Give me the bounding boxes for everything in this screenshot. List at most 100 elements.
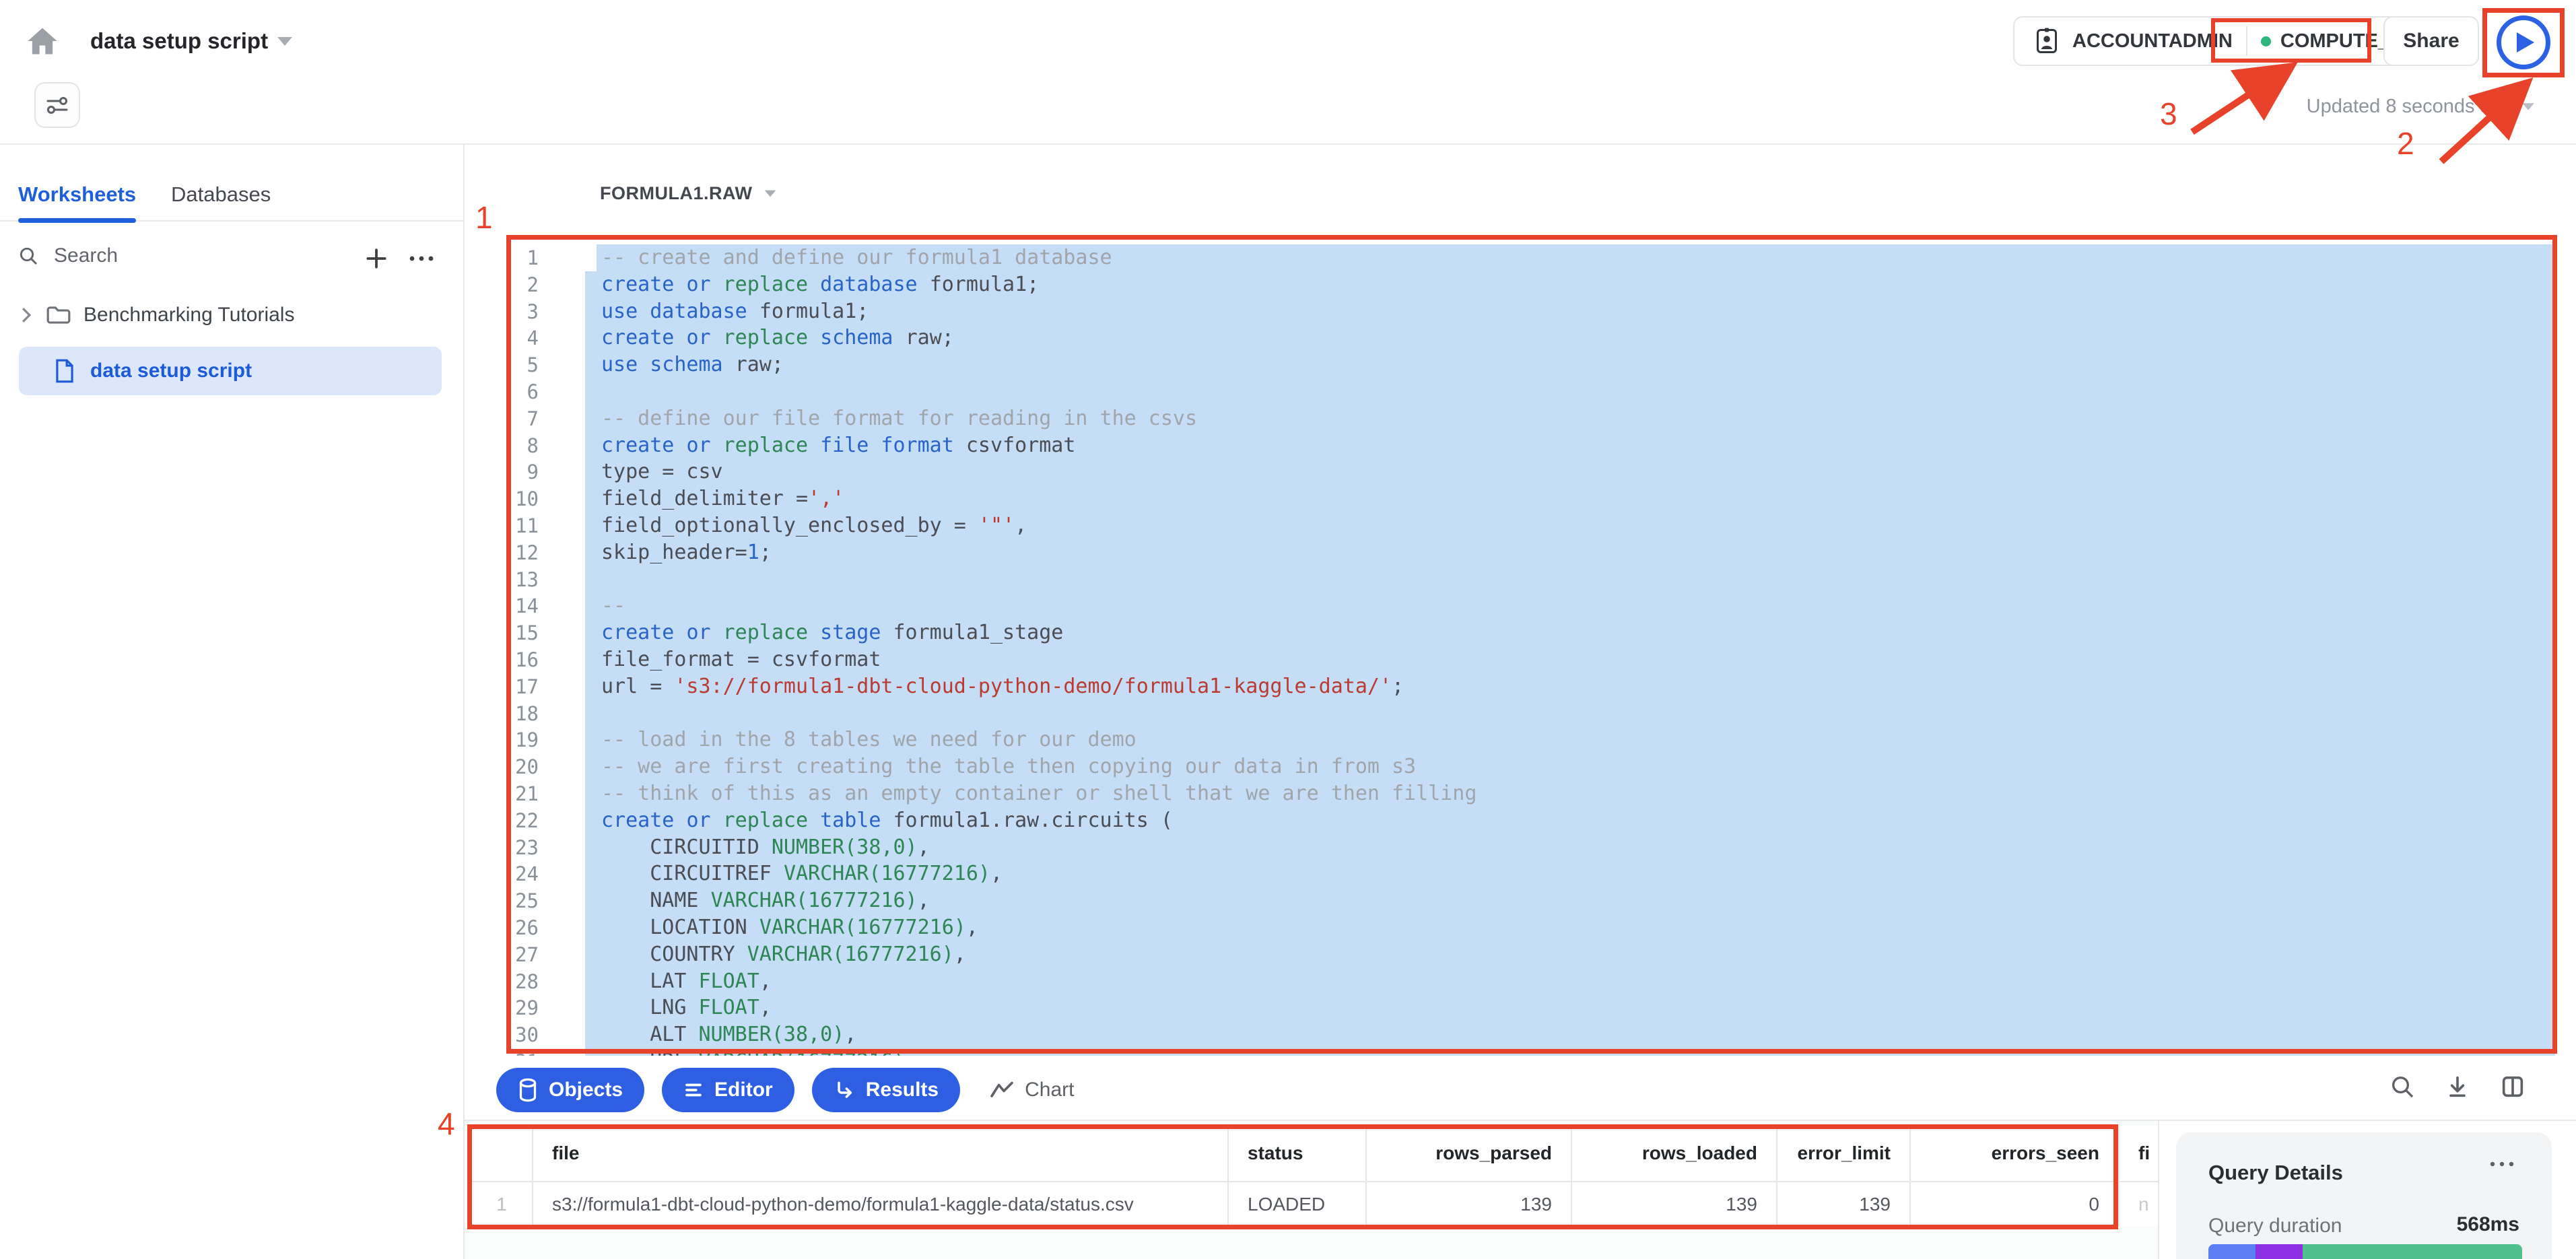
code-line[interactable]: -- load in the 8 tables we need for our …	[585, 726, 2555, 753]
code-line[interactable]: file_format = csvformat	[585, 646, 2555, 673]
line-number: 16	[465, 646, 539, 673]
filters-button[interactable]	[34, 82, 80, 128]
line-number: 12	[465, 539, 539, 566]
column-header[interactable]: file	[533, 1126, 1229, 1181]
run-button[interactable]	[2497, 15, 2550, 69]
code-line[interactable]: ALT NUMBER(38,0),	[585, 1021, 2555, 1048]
column-header[interactable]: status	[1229, 1126, 1367, 1181]
code-line[interactable]: create or replace database formula1;	[585, 271, 2555, 298]
code-line[interactable]: LNG FLOAT,	[585, 994, 2555, 1021]
line-number: 28	[465, 968, 539, 995]
code-line[interactable]: create or replace stage formula1_stage	[585, 619, 2555, 646]
code-line[interactable]: CIRCUITID NUMBER(38,0),	[585, 834, 2555, 861]
table-cell[interactable]: 1	[471, 1182, 533, 1227]
sidebar: Worksheets Databases Search	[0, 145, 465, 1259]
search-results-button[interactable]	[2389, 1073, 2416, 1100]
more-options-button[interactable]	[407, 251, 436, 266]
code-line[interactable]: URL VARCHAR(16777216),	[585, 1048, 2555, 1056]
column-header[interactable]: error_limit	[1777, 1126, 1911, 1181]
table-cell[interactable]: 139	[1367, 1182, 1572, 1227]
code-line[interactable]: use database formula1;	[585, 298, 2555, 325]
column-header[interactable]: rows_loaded	[1572, 1126, 1777, 1181]
code-line[interactable]: create or replace file format csvformat	[585, 432, 2555, 459]
results-button[interactable]: Results	[812, 1068, 960, 1112]
line-number: 22	[465, 807, 539, 834]
line-number: 18	[465, 700, 539, 727]
line-number: 13	[465, 566, 539, 593]
code-line[interactable]: -- think of this as an empty container o…	[585, 780, 2555, 807]
code-line[interactable]	[585, 700, 2555, 727]
query-duration-bar	[2208, 1244, 2522, 1259]
table-cell[interactable]: 139	[1777, 1182, 1911, 1227]
code-line[interactable]: create or replace table formula1.raw.cir…	[585, 807, 2555, 834]
table-cell[interactable]: 139	[1572, 1182, 1777, 1227]
search-placeholder: Search	[54, 244, 118, 267]
objects-button[interactable]: Objects	[496, 1068, 644, 1112]
code-line[interactable]: LAT FLOAT,	[585, 968, 2555, 995]
updated-status-menu[interactable]: Updated 8 seconds ago	[2307, 96, 2536, 118]
code-line[interactable]: LOCATION VARCHAR(16777216),	[585, 914, 2555, 941]
tab-worksheets[interactable]: Worksheets	[18, 182, 136, 207]
code-line[interactable]	[585, 566, 2555, 593]
tree-item-label: Benchmarking Tutorials	[83, 304, 294, 327]
code-line[interactable]: field_delimiter =','	[585, 485, 2555, 512]
panel-divider	[2158, 1120, 2159, 1259]
home-icon	[25, 24, 60, 59]
status-dot-icon	[2261, 36, 2271, 46]
line-number: 7	[465, 405, 539, 432]
table-cell[interactable]: s3://formula1-dbt-cloud-python-demo/form…	[533, 1182, 1229, 1227]
context-selector[interactable]: ACCOUNTADMIN COMPUTE_WH	[2013, 16, 2443, 66]
code-line[interactable]: url = 's3://formula1-dbt-cloud-python-de…	[585, 673, 2555, 700]
table-cell[interactable]: 0	[1911, 1182, 2120, 1227]
worksheet-title-menu[interactable]: data setup script	[90, 28, 292, 54]
sql-editor[interactable]: 1-- create and define our formula1 datab…	[465, 232, 2576, 1056]
code-line[interactable]: -- create and define our formula1 databa…	[597, 244, 2555, 271]
editor-button[interactable]: Editor	[662, 1068, 794, 1112]
search-input[interactable]: Search	[18, 244, 118, 267]
chevron-down-icon	[2522, 103, 2534, 110]
tree-item-selected-worksheet[interactable]: data setup script	[19, 347, 442, 395]
query-details-title: Query Details	[2208, 1161, 2343, 1185]
annotation-label-3: 3	[2160, 96, 2177, 132]
column-header[interactable]: rows_parsed	[1367, 1126, 1572, 1181]
code-line[interactable]: type = csv	[585, 458, 2555, 485]
chart-tab[interactable]: Chart	[990, 1079, 1074, 1101]
add-worksheet-button[interactable]	[364, 246, 389, 271]
columns-icon[interactable]	[2499, 1073, 2526, 1100]
table-cell[interactable]: n	[2120, 1182, 2158, 1227]
home-button[interactable]	[24, 23, 61, 59]
code-line[interactable]: CIRCUITREF VARCHAR(16777216),	[585, 860, 2555, 887]
search-icon	[18, 245, 39, 267]
column-header[interactable]: errors_seen	[1911, 1126, 2120, 1181]
tab-databases[interactable]: Databases	[171, 182, 271, 207]
column-header[interactable]	[471, 1126, 533, 1181]
code-line[interactable]: -- define our file format for reading in…	[585, 405, 2555, 432]
table-cell[interactable]: LOADED	[1229, 1182, 1367, 1227]
line-number: 4	[465, 325, 539, 351]
line-number: 8	[465, 432, 539, 459]
results-table[interactable]: filestatusrows_parsedrows_loadederror_li…	[471, 1126, 2158, 1227]
document-icon	[54, 358, 75, 384]
column-header[interactable]: fi	[2120, 1126, 2158, 1181]
download-icon[interactable]	[2444, 1073, 2471, 1100]
query-details-menu-button[interactable]	[2487, 1157, 2517, 1171]
code-line[interactable]: field_optionally_enclosed_by = '"',	[585, 512, 2555, 539]
code-line[interactable]: use schema raw;	[585, 351, 2555, 378]
sliders-icon	[44, 92, 70, 118]
sidebar-search-row: Search	[0, 244, 463, 285]
code-line[interactable]: NAME VARCHAR(16777216),	[585, 887, 2555, 914]
tree-item-folder[interactable]: Benchmarking Tutorials	[19, 304, 294, 327]
code-line[interactable]: --	[585, 592, 2555, 619]
align-left-icon	[683, 1080, 704, 1100]
line-number: 9	[465, 458, 539, 485]
code-line[interactable]	[585, 378, 2555, 405]
page-title: data setup script	[90, 28, 268, 54]
share-button[interactable]: Share	[2383, 16, 2479, 66]
schema-context-selector[interactable]: FORMULA1.RAW	[600, 183, 778, 204]
code-line[interactable]: COUNTRY VARCHAR(16777216),	[585, 941, 2555, 968]
play-icon	[2517, 32, 2534, 53]
code-line[interactable]: skip_header=1;	[585, 539, 2555, 566]
code-line[interactable]: create or replace schema raw;	[585, 325, 2555, 351]
code-line[interactable]: -- we are first creating the table then …	[585, 753, 2555, 780]
line-number: 19	[465, 726, 539, 753]
